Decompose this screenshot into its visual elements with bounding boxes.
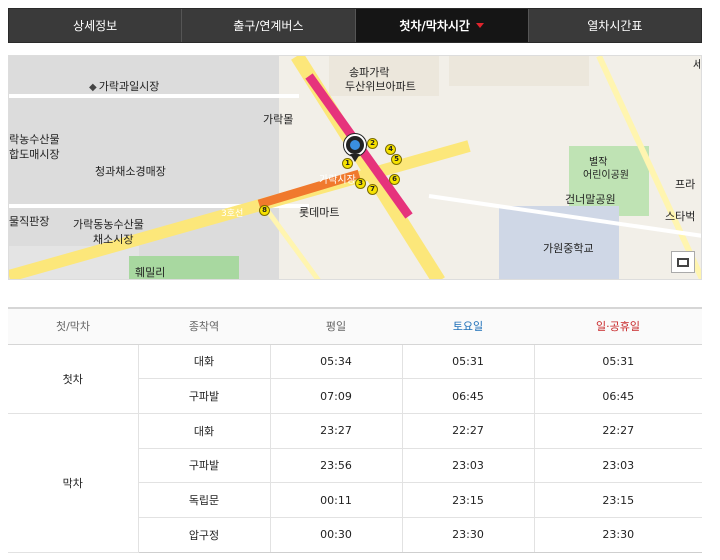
saturday-time: 23:15 [401,482,534,518]
location-pin-icon[interactable] [344,134,366,162]
exit-6-icon[interactable]: 6 [389,174,400,185]
map-label: ◆ 가락과일시장 [89,80,160,93]
group-label-first: 첫차 [8,344,138,414]
exit-2-icon[interactable]: 2 [367,138,378,149]
block [449,56,589,86]
station-map[interactable]: ◆ 가락과일시장 송파가락 두산위브아파트 가락몰 락농수산물 합도매시장 청과채… [8,55,702,280]
table-row: 첫차 대화 05:34 05:31 05:31 [8,344,702,414]
tab-exits-bus[interactable]: 출구/연계버스 [182,9,356,42]
first-last-train-table: 첫/막차 종착역 평일 토요일 일·공휴일 첫차 대화 05:34 05:31 … [8,307,702,553]
exit-5-icon[interactable]: 5 [391,154,402,165]
tab-timetable[interactable]: 열차시간표 [529,9,701,42]
pin-dot [350,140,360,150]
tab-details-label: 상세정보 [73,19,118,33]
destination-cell: 구파발 [137,448,270,484]
weekday-time: 23:27 [269,413,402,449]
destination-cell: 독립문 [137,482,270,518]
header-type: 첫/막차 [8,308,138,345]
fullscreen-frame [677,257,689,267]
holiday-time: 05:31 [533,344,702,380]
table-header-row: 첫/막차 종착역 평일 토요일 일·공휴일 [8,308,702,345]
exit-7-icon[interactable]: 7 [367,184,378,195]
table-row: 막차 대화 23:27 22:27 22:27 [8,413,702,553]
fullscreen-icon[interactable] [671,251,695,273]
tab-exits-bus-label: 출구/연계버스 [233,19,304,33]
exit-8-icon[interactable]: 8 [259,205,270,216]
caret-down-icon [475,23,484,28]
map-label: 롯데마트 [299,206,340,219]
map-label: 세 [693,56,701,72]
map-label: 가락몰 [263,113,294,126]
map-label: 어린이공원 [583,170,629,181]
station-label: 가락시장 [319,175,356,186]
weekday-time: 07:09 [269,378,402,414]
weekday-time: 00:30 [269,517,402,553]
map-label: 가락동농수산물 [73,218,144,231]
saturday-time: 22:27 [401,413,534,449]
header-saturday: 토요일 [402,308,534,345]
header-holiday: 일·공휴일 [534,308,702,345]
weekday-time: 23:56 [269,448,402,484]
line-label: 3호선 [221,209,244,219]
holiday-time: 22:27 [533,413,702,449]
saturday-time: 06:45 [401,378,534,414]
map-label: 청과채소경매장 [95,165,166,178]
group-label-last: 막차 [8,413,138,553]
tab-bar: 상세정보 출구/연계버스 첫차/막차시간 열차시간표 [8,8,702,43]
weekday-time: 00:11 [269,482,402,518]
map-label: 스타벅 [665,210,696,223]
destination-cell: 구파발 [137,378,270,414]
holiday-time: 23:03 [533,448,702,484]
map-label: 물직판장 [9,215,50,228]
map-label: 채소시장 [93,233,134,246]
map-label: 합도매시장 [9,148,60,161]
holiday-time: 23:30 [533,517,702,553]
exit-3-icon[interactable]: 3 [355,178,366,189]
holiday-time: 23:15 [533,482,702,518]
saturday-time: 23:30 [401,517,534,553]
destination-cell: 압구정 [137,517,270,553]
map-label: 두산위브아파트 [345,80,416,93]
saturday-time: 23:03 [401,448,534,484]
destination-cell: 대화 [137,344,270,380]
map-label: 락농수산물 [9,133,60,146]
weekday-time: 05:34 [269,344,402,380]
header-weekday: 평일 [270,308,402,345]
tab-timetable-label: 열차시간표 [587,19,643,33]
map-label: 가원중학교 [543,242,594,255]
tab-first-last-label: 첫차/막차시간 [399,19,470,33]
saturday-time: 05:31 [401,344,534,380]
map-label: 훼밀리 [135,266,166,279]
map-label: 건너말공원 [565,193,616,206]
tab-first-last-train[interactable]: 첫차/막차시간 [355,9,529,42]
tab-details[interactable]: 상세정보 [9,9,183,42]
holiday-time: 06:45 [533,378,702,414]
map-label: 프라 [675,178,696,191]
destination-cell: 대화 [137,413,270,449]
header-destination: 종착역 [138,308,270,345]
